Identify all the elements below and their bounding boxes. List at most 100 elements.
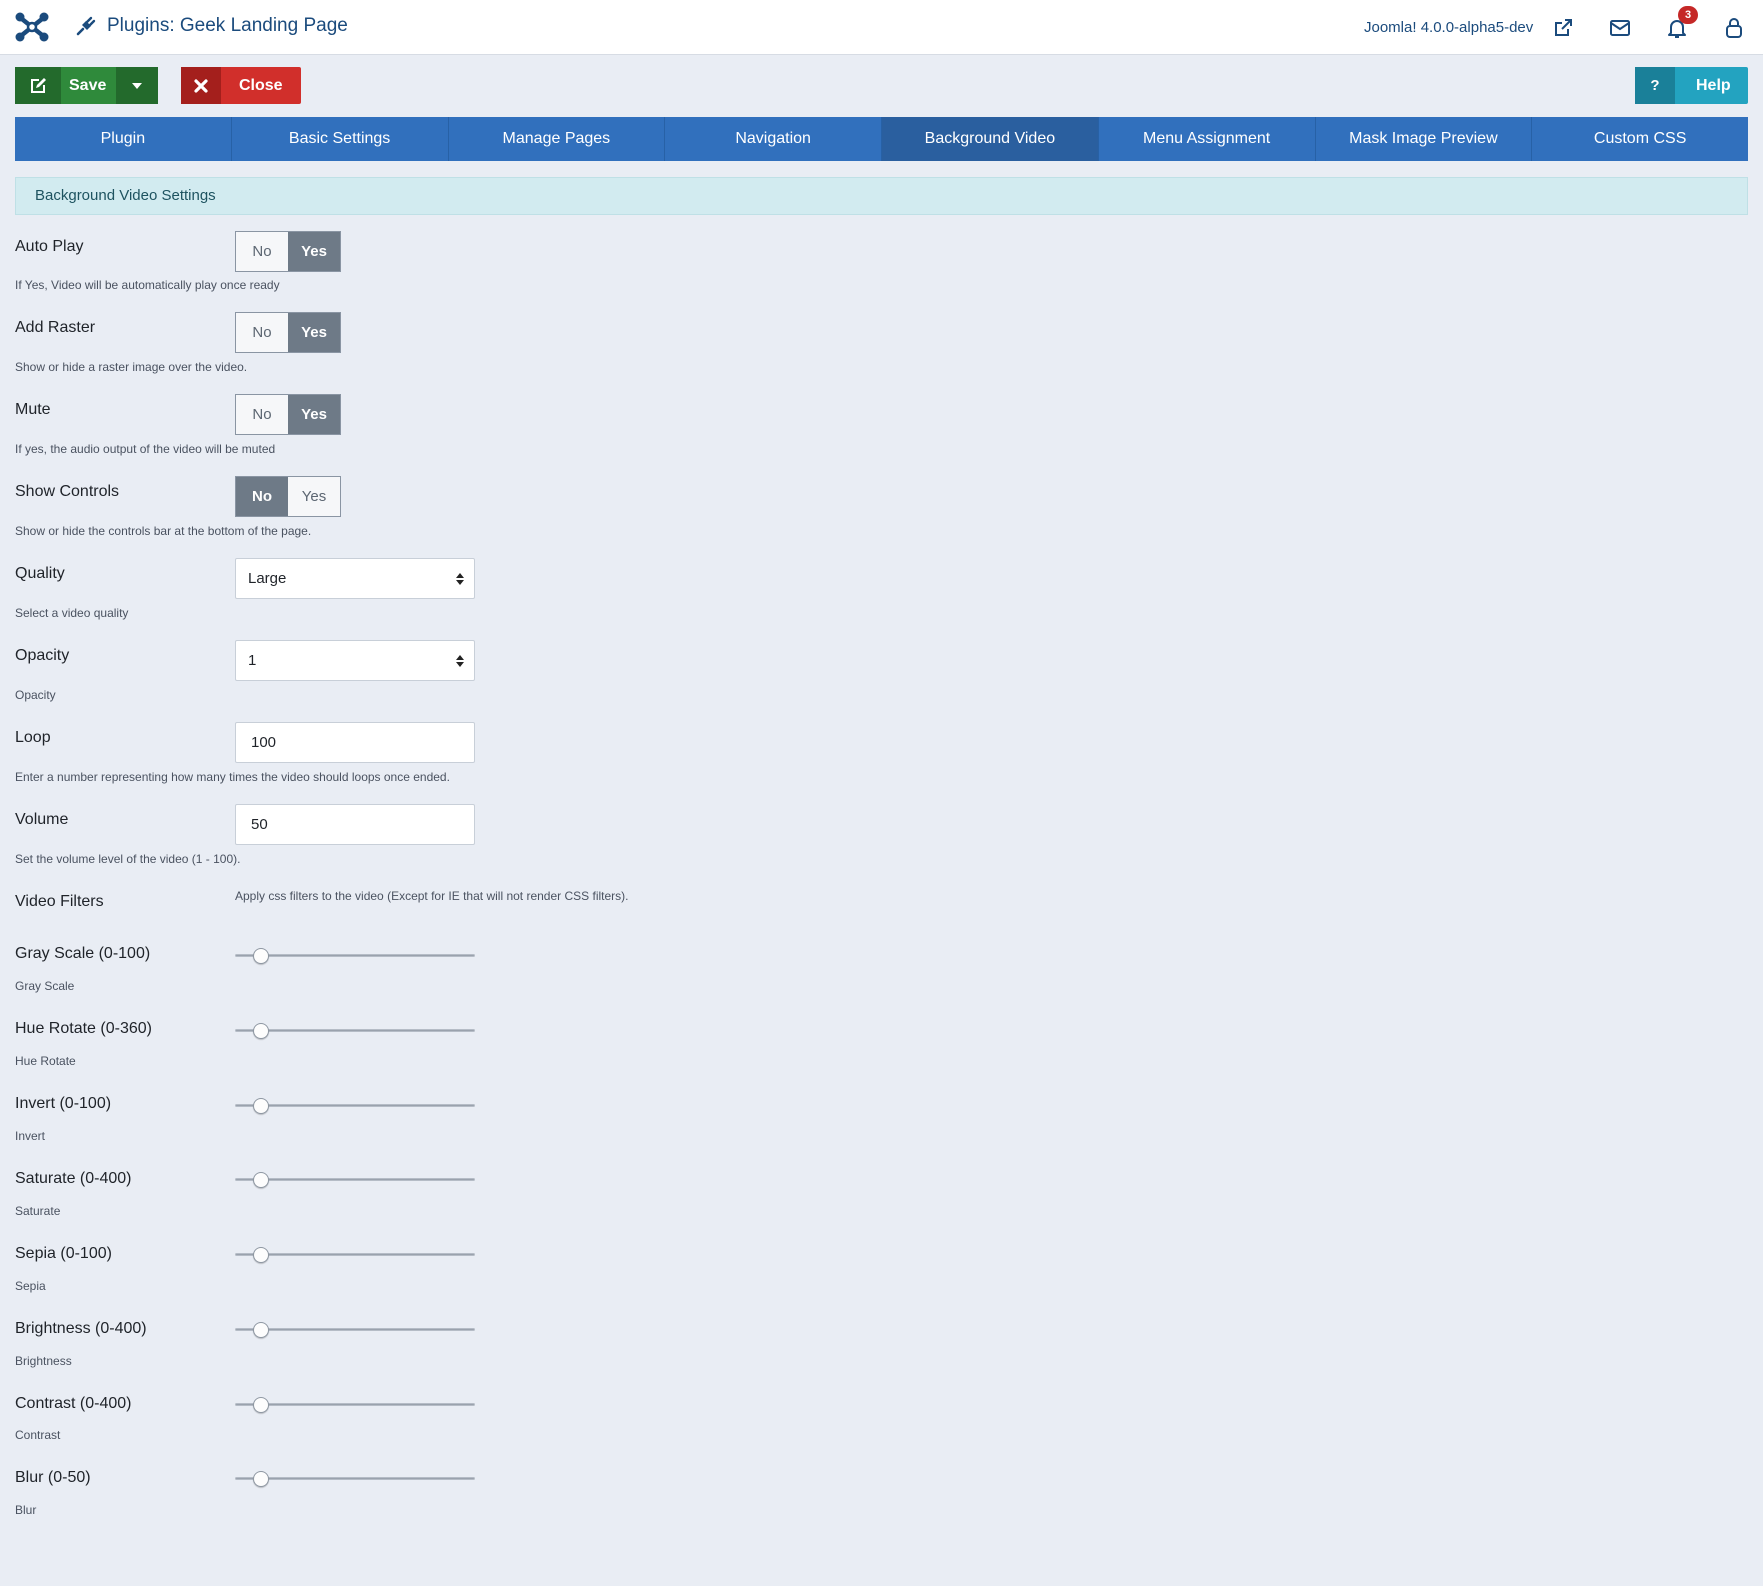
- saturate-desc: Saturate: [15, 1204, 61, 1218]
- mute-no[interactable]: No: [236, 395, 288, 434]
- grayscale-slider[interactable]: [235, 948, 475, 964]
- user-icon[interactable]: [1722, 16, 1746, 40]
- auto-play-yes[interactable]: Yes: [288, 232, 340, 271]
- select-caret-icon: [456, 655, 464, 667]
- tab-plugin[interactable]: Plugin: [15, 117, 232, 161]
- video-filters-label: Video Filters: [15, 893, 104, 910]
- show-controls-no[interactable]: No: [236, 477, 288, 516]
- external-link-icon[interactable]: [1551, 16, 1575, 40]
- edit-icon: [15, 67, 61, 104]
- brightness-desc: Brightness: [15, 1354, 72, 1368]
- close-button[interactable]: Close: [181, 67, 301, 104]
- quality-select[interactable]: Large: [235, 558, 475, 599]
- slider-track: [235, 1477, 475, 1480]
- opacity-value: 1: [248, 652, 257, 669]
- slider-thumb[interactable]: [252, 1247, 269, 1263]
- hue-rotate-slider[interactable]: [235, 1023, 475, 1039]
- mute-label: Mute: [15, 401, 51, 418]
- saturate-slider[interactable]: [235, 1172, 475, 1188]
- tab-navigation[interactable]: Navigation: [665, 117, 882, 161]
- brightness-slider[interactable]: [235, 1322, 475, 1338]
- slider-thumb[interactable]: [252, 1098, 269, 1114]
- invert-slider[interactable]: [235, 1098, 475, 1114]
- hue-rotate-label: Hue Rotate (0-360): [15, 1020, 152, 1037]
- blur-label: Blur (0-50): [15, 1469, 91, 1486]
- notification-badge: 3: [1678, 6, 1698, 24]
- quality-value: Large: [248, 570, 287, 587]
- help-button[interactable]: ? Help: [1635, 67, 1748, 104]
- plugin-icon: [76, 16, 96, 36]
- tab-menu-assignment[interactable]: Menu Assignment: [1098, 117, 1316, 161]
- version-link[interactable]: Joomla! 4.0.0-alpha5-dev: [1364, 19, 1533, 36]
- select-caret-icon: [456, 573, 464, 585]
- tab-background-video[interactable]: Background Video: [882, 117, 1099, 161]
- saturate-label: Saturate (0-400): [15, 1170, 132, 1187]
- quality-desc: Select a video quality: [15, 606, 129, 620]
- opacity-label: Opacity: [15, 647, 70, 664]
- tab-manage-pages[interactable]: Manage Pages: [448, 117, 666, 161]
- tab-basic-settings[interactable]: Basic Settings: [231, 117, 449, 161]
- contrast-slider[interactable]: [235, 1397, 475, 1413]
- loop-desc: Enter a number representing how many tim…: [15, 770, 450, 784]
- slider-track: [235, 1328, 475, 1331]
- opacity-select[interactable]: 1: [235, 640, 475, 681]
- sepia-slider[interactable]: [235, 1247, 475, 1263]
- slider-thumb[interactable]: [252, 948, 269, 964]
- show-controls-yes[interactable]: Yes: [288, 477, 340, 516]
- slider-thumb[interactable]: [252, 1172, 269, 1188]
- add-raster-toggle: No Yes: [235, 312, 341, 353]
- mute-desc: If yes, the audio output of the video wi…: [15, 442, 276, 456]
- grayscale-label: Gray Scale (0-100): [15, 945, 151, 962]
- contrast-label: Contrast (0-400): [15, 1395, 132, 1412]
- video-filters-note: Apply css filters to the video (Except f…: [235, 889, 629, 903]
- sepia-desc: Sepia: [15, 1279, 46, 1293]
- close-label: Close: [239, 76, 283, 94]
- slider-track: [235, 1178, 475, 1181]
- brightness-label: Brightness (0-400): [15, 1320, 147, 1337]
- save-dropdown-toggle[interactable]: [116, 67, 158, 104]
- slider-track: [235, 954, 475, 957]
- loop-input[interactable]: 100: [235, 722, 475, 763]
- blur-desc: Blur: [15, 1503, 37, 1517]
- show-controls-desc: Show or hide the controls bar at the bot…: [15, 524, 312, 538]
- auto-play-label: Auto Play: [15, 238, 84, 255]
- slider-track: [235, 1253, 475, 1256]
- invert-label: Invert (0-100): [15, 1095, 112, 1112]
- slider-thumb[interactable]: [252, 1471, 269, 1487]
- help-label: Help: [1696, 76, 1731, 94]
- slider-thumb[interactable]: [252, 1322, 269, 1338]
- volume-desc: Set the volume level of the video (1 - 1…: [15, 852, 241, 866]
- auto-play-no[interactable]: No: [236, 232, 288, 271]
- show-controls-toggle: No Yes: [235, 476, 341, 517]
- mail-icon[interactable]: [1608, 16, 1632, 40]
- auto-play-toggle: No Yes: [235, 231, 341, 272]
- mute-yes[interactable]: Yes: [288, 395, 340, 434]
- add-raster-no[interactable]: No: [236, 313, 288, 352]
- volume-input[interactable]: 50: [235, 804, 475, 845]
- blur-slider[interactable]: [235, 1471, 475, 1487]
- caret-down-icon: [132, 82, 142, 89]
- top-header: Plugins: Geek Landing Page Joomla! 4.0.0…: [0, 0, 1763, 55]
- question-icon: ?: [1635, 67, 1675, 104]
- page-title: Plugins: Geek Landing Page: [107, 15, 348, 36]
- slider-thumb[interactable]: [252, 1397, 269, 1413]
- invert-desc: Invert: [15, 1129, 46, 1143]
- grayscale-desc: Gray Scale: [15, 979, 75, 993]
- hue-rotate-desc: Hue Rotate: [15, 1054, 76, 1068]
- opacity-desc: Opacity: [15, 688, 56, 702]
- joomla-logo-icon[interactable]: [14, 11, 50, 43]
- slider-track: [235, 1029, 475, 1032]
- slider-thumb[interactable]: [252, 1023, 269, 1039]
- settings-tabs: Plugin Basic Settings Manage Pages Navig…: [15, 117, 1748, 161]
- add-raster-yes[interactable]: Yes: [288, 313, 340, 352]
- tab-mask-image-preview[interactable]: Mask Image Preview: [1315, 117, 1533, 161]
- contrast-desc: Contrast: [15, 1428, 61, 1442]
- slider-track: [235, 1403, 475, 1406]
- slider-track: [235, 1104, 475, 1107]
- save-button[interactable]: Save: [15, 67, 158, 104]
- tab-custom-css[interactable]: Custom CSS: [1532, 117, 1748, 161]
- section-banner: Background Video Settings: [15, 177, 1748, 215]
- loop-label: Loop: [15, 729, 51, 746]
- add-raster-desc: Show or hide a raster image over the vid…: [15, 360, 248, 374]
- save-label: Save: [69, 76, 107, 94]
